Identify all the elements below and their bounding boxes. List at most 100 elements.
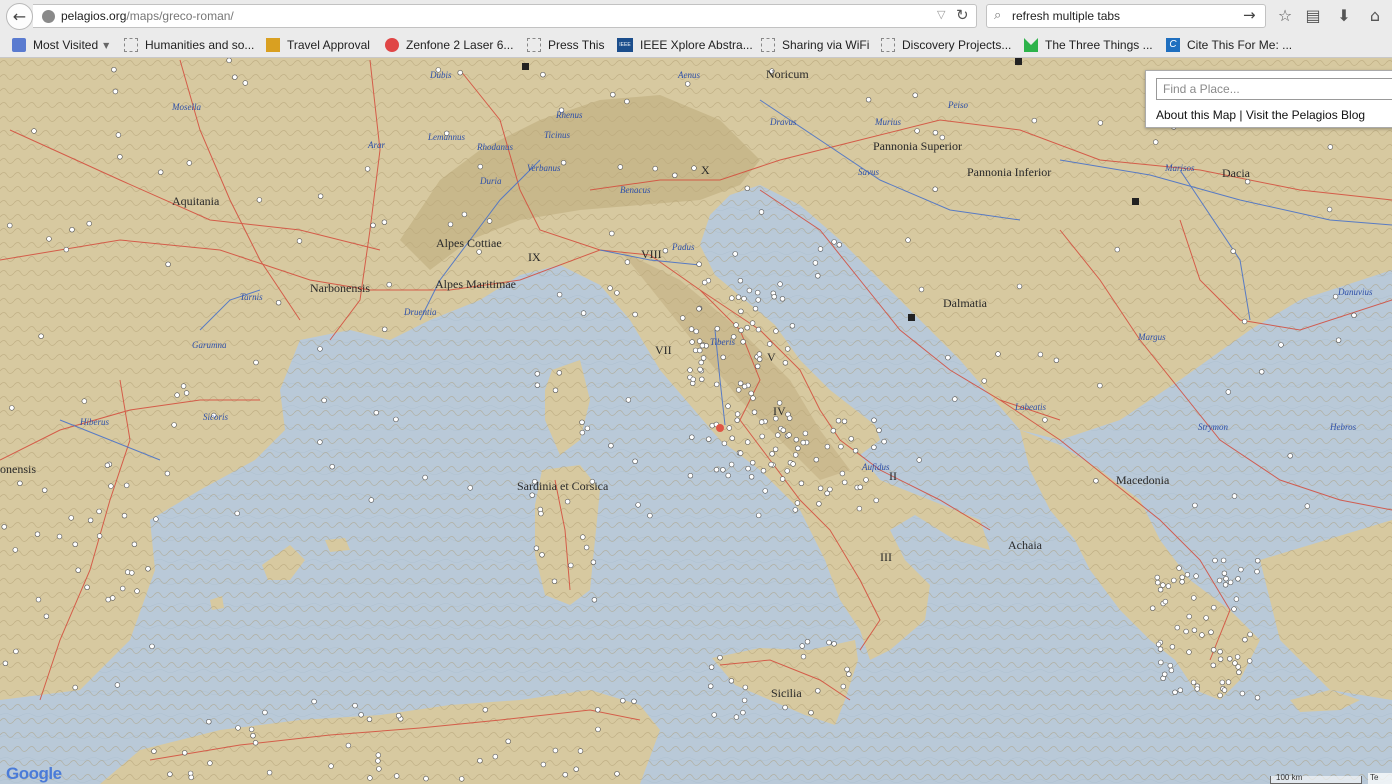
settlement-marker[interactable] xyxy=(1157,646,1164,652)
settlement-marker[interactable] xyxy=(206,718,212,725)
settlement-marker[interactable] xyxy=(871,417,877,423)
settlement-marker[interactable] xyxy=(737,450,744,456)
settlement-marker[interactable] xyxy=(824,443,831,450)
settlement-marker[interactable] xyxy=(226,58,232,64)
settlement-marker[interactable] xyxy=(693,328,699,335)
settlement-marker[interactable] xyxy=(768,461,774,468)
settlement-marker[interactable] xyxy=(816,501,822,507)
settlement-marker[interactable] xyxy=(762,488,768,494)
settlement-marker[interactable] xyxy=(262,709,268,716)
settlement-marker[interactable] xyxy=(713,381,720,388)
settlement-marker[interactable] xyxy=(477,163,483,170)
google-logo[interactable]: Google xyxy=(6,764,62,784)
settlement-marker[interactable] xyxy=(373,410,379,416)
settlement-marker[interactable] xyxy=(1186,613,1192,620)
settlement-marker[interactable] xyxy=(831,239,837,245)
settlement-marker[interactable] xyxy=(812,260,819,266)
settlement-marker[interactable] xyxy=(1244,179,1251,185)
settlement-marker[interactable] xyxy=(1203,615,1209,621)
settlement-marker[interactable] xyxy=(789,323,796,329)
map-layer[interactable]: Noricum Pannonia Superior Pannonia Infer… xyxy=(0,58,1392,784)
settlement-marker[interactable] xyxy=(741,383,748,390)
settlement-marker[interactable] xyxy=(580,534,586,540)
settlement-marker[interactable] xyxy=(620,697,626,704)
settlement-marker[interactable] xyxy=(831,641,837,647)
settlement-marker[interactable] xyxy=(1192,502,1198,509)
settlement-marker[interactable] xyxy=(784,468,790,474)
settlement-marker[interactable] xyxy=(207,760,213,766)
settlement-marker[interactable] xyxy=(81,398,88,404)
settlement-marker[interactable] xyxy=(798,480,805,486)
settlement-marker[interactable] xyxy=(1158,659,1164,666)
pelagios-blog-link[interactable]: Visit the Pelagios Blog xyxy=(1246,108,1365,122)
settlement-marker[interactable] xyxy=(848,436,854,442)
settlement-marker[interactable] xyxy=(688,326,695,332)
settlement-marker[interactable] xyxy=(687,473,694,479)
settlement-marker[interactable] xyxy=(105,596,111,603)
settlement-marker[interactable] xyxy=(699,376,705,382)
settlement-marker[interactable] xyxy=(732,251,738,257)
settlement-marker[interactable] xyxy=(234,510,240,517)
settlement-marker[interactable] xyxy=(583,544,590,551)
settlement-marker[interactable] xyxy=(1216,577,1223,584)
settlement-marker[interactable] xyxy=(609,230,615,237)
settlement-marker[interactable] xyxy=(740,339,746,345)
settlement-marker[interactable] xyxy=(186,160,193,166)
search-input[interactable]: refresh multiple tabs xyxy=(1012,9,1120,23)
settlement-marker[interactable] xyxy=(808,709,814,716)
bookmark-cite-this-for-me[interactable]: C Cite This For Me: ... xyxy=(1166,37,1292,53)
settlement-marker[interactable] xyxy=(459,776,465,782)
settlement-marker[interactable] xyxy=(364,166,371,172)
site-marker[interactable] xyxy=(1015,58,1022,65)
settlement-marker[interactable] xyxy=(725,472,731,479)
settlement-marker[interactable] xyxy=(153,516,159,522)
settlement-marker[interactable] xyxy=(551,578,558,584)
settlement-marker[interactable] xyxy=(697,366,703,373)
bookmark-zenfone[interactable]: Zenfone 2 Laser 6... xyxy=(385,37,513,53)
settlement-marker[interactable] xyxy=(13,648,19,655)
settlement-marker[interactable] xyxy=(366,716,373,722)
settlement-marker[interactable] xyxy=(540,71,546,78)
settlement-marker[interactable] xyxy=(579,419,585,425)
settlement-marker[interactable] xyxy=(358,712,364,718)
site-marker[interactable] xyxy=(1132,198,1139,205)
settlement-marker[interactable] xyxy=(679,315,686,321)
settlement-marker[interactable] xyxy=(981,378,987,384)
settlement-marker[interactable] xyxy=(746,287,753,294)
about-map-link[interactable]: About this Map xyxy=(1156,108,1236,122)
settlement-marker[interactable] xyxy=(698,359,704,366)
settlement-marker[interactable] xyxy=(672,172,678,179)
settlement-marker[interactable] xyxy=(775,432,781,438)
settlement-marker[interactable] xyxy=(741,697,748,704)
settlement-marker[interactable] xyxy=(386,281,392,288)
settlement-marker[interactable] xyxy=(624,98,630,105)
terms-link[interactable]: Te xyxy=(1368,773,1392,784)
settlement-marker[interactable] xyxy=(1183,628,1189,635)
settlement-marker[interactable] xyxy=(918,286,925,293)
settlement-marker[interactable] xyxy=(393,416,399,423)
settlement-marker[interactable] xyxy=(713,467,720,473)
settlement-marker[interactable] xyxy=(708,664,715,670)
settlement-marker[interactable] xyxy=(794,500,801,506)
settlement-marker[interactable] xyxy=(689,339,695,345)
settlement-marker[interactable] xyxy=(779,296,786,302)
settlement-marker[interactable] xyxy=(846,671,852,677)
settlement-marker[interactable] xyxy=(75,567,81,573)
home-icon[interactable]: ⌂ xyxy=(1362,4,1388,28)
settlement-marker[interactable] xyxy=(556,370,562,376)
settlement-marker[interactable] xyxy=(457,69,463,76)
search-go-icon[interactable]: → xyxy=(1243,6,1256,24)
settlement-marker[interactable] xyxy=(422,474,428,481)
settlement-marker[interactable] xyxy=(841,418,848,424)
settlement-marker[interactable] xyxy=(447,221,454,228)
settlement-marker[interactable] xyxy=(752,306,759,312)
settlement-marker[interactable] xyxy=(370,222,376,229)
settlement-marker[interactable] xyxy=(1246,658,1253,664)
settlement-marker[interactable] xyxy=(266,769,273,776)
settlement-marker[interactable] xyxy=(1162,598,1169,605)
settlement-marker[interactable] xyxy=(534,382,541,388)
settlement-marker[interactable] xyxy=(250,732,256,739)
settlement-marker[interactable] xyxy=(800,653,807,660)
settlement-marker[interactable] xyxy=(1167,662,1174,669)
settlement-marker[interactable] xyxy=(368,497,374,503)
